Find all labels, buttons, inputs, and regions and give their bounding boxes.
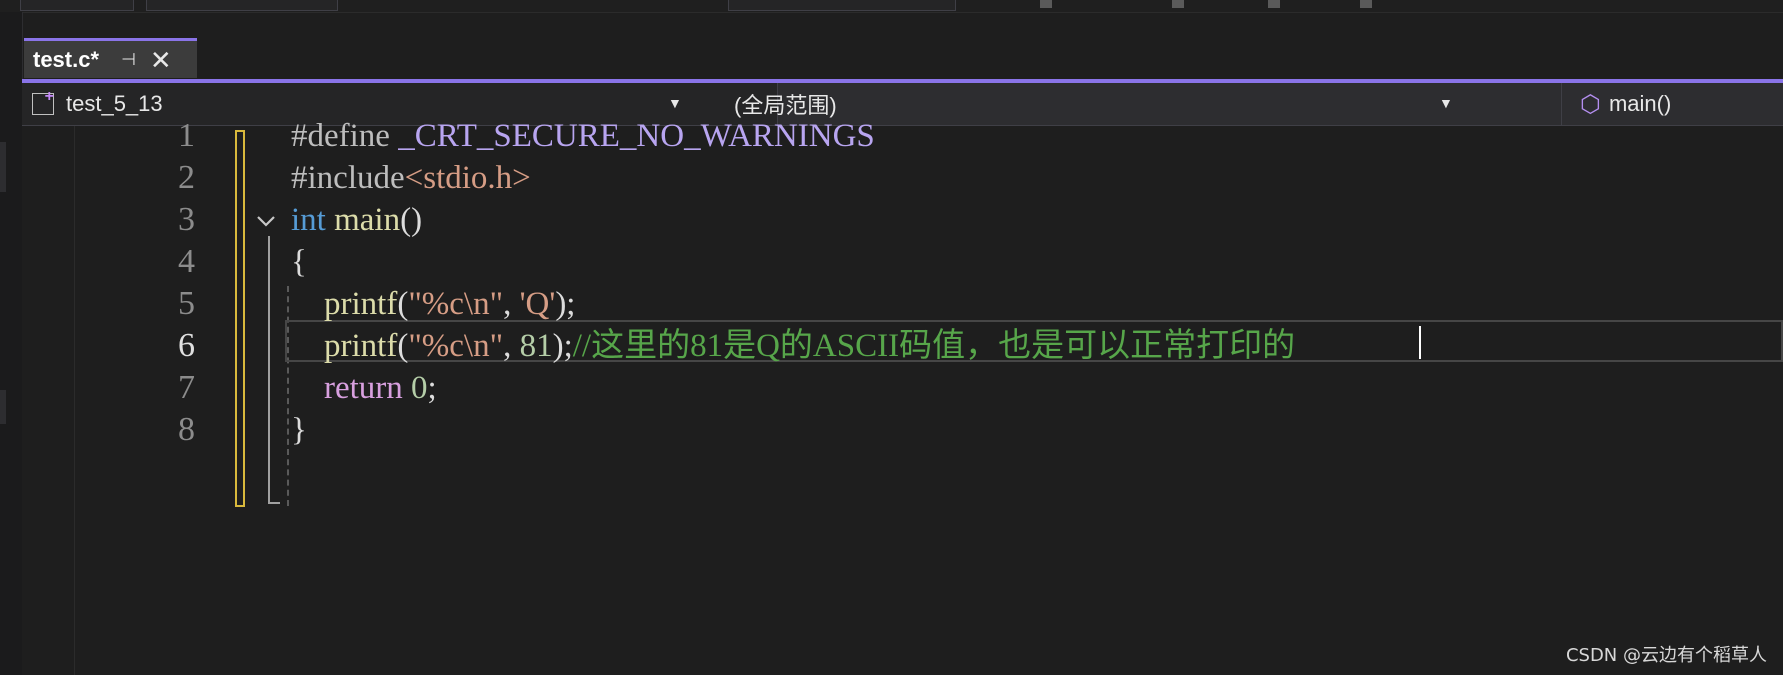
macro-name: _CRT_SECURE_NO_WARNINGS [398, 118, 875, 154]
punctuation: () [400, 202, 423, 238]
indent-guide [287, 286, 289, 506]
line-number: 3 [178, 201, 195, 238]
function-identifier: main [334, 202, 401, 238]
code-line: #include<stdio.h> [291, 154, 531, 202]
tab-test-c[interactable]: test.c* ⊣ ✕ [24, 38, 197, 78]
string-literal: "%c\n" [408, 286, 504, 322]
string-literal: "%c\n" [408, 328, 504, 364]
punctuation: ( [397, 328, 409, 364]
watermark: CSDN @云边有个稻草人 [1565, 645, 1767, 666]
keyword: int [291, 202, 326, 238]
chevron-down-icon[interactable]: ▼ [668, 95, 682, 111]
punctuation: ( [397, 286, 409, 322]
line-number-active: 6 [178, 327, 195, 364]
toolbar-strip [0, 0, 1783, 13]
toolbar-config-dropdown[interactable] [20, 0, 134, 11]
line-number: 8 [178, 411, 195, 448]
left-tool-rail [0, 12, 23, 675]
toolbar-icon[interactable] [1172, 0, 1184, 8]
fold-chevron-icon[interactable] [256, 212, 276, 232]
pin-icon[interactable]: ⊣ [121, 50, 136, 70]
punctuation: , [503, 286, 520, 322]
code-line: printf("%c\n", 'Q'); [291, 280, 575, 328]
unsaved-change-indicator [235, 130, 245, 507]
punctuation: , [503, 328, 520, 364]
cube-icon: ⬡ [1580, 90, 1601, 118]
function-name: main() [1608, 91, 1672, 116]
document-tab-bar: test.c* ⊣ ✕ [22, 38, 1783, 82]
line-number: 4 [178, 243, 195, 280]
number-literal: 0 [411, 370, 428, 406]
line-number: 2 [178, 159, 195, 196]
number-literal: 81 [519, 328, 553, 364]
function-identifier: printf [324, 328, 398, 364]
code-line: { [291, 238, 307, 286]
preprocessor-directive: #include [291, 160, 405, 196]
punctuation: ; [427, 370, 437, 406]
toolbar-icon[interactable] [1360, 0, 1372, 8]
code-line: return 0; [291, 364, 437, 412]
tab-title: test.c* [33, 46, 100, 72]
include-header: <stdio.h> [404, 160, 531, 196]
function-identifier: printf [324, 286, 398, 322]
code-editor[interactable]: 1 2 3 4 5 6 7 8 #define _CRT_SECURE_NO_W… [22, 117, 1783, 675]
punctuation: { [291, 244, 307, 280]
line-number: 1 [178, 117, 195, 154]
toolbar-icon[interactable] [1040, 0, 1052, 8]
chevron-down-icon[interactable]: ▼ [1439, 95, 1453, 111]
line-number-gutter: 1 2 3 4 5 6 7 8 [75, 117, 195, 675]
glyph-margin [22, 126, 75, 675]
char-literal: 'Q' [519, 286, 556, 322]
project-icon [32, 88, 54, 115]
toolbar-platform-dropdown[interactable] [146, 0, 338, 11]
block-scope-end [268, 502, 280, 504]
rail-tab[interactable] [0, 390, 6, 424]
code-line: } [291, 406, 307, 454]
preprocessor-directive: #define [291, 118, 399, 154]
close-icon[interactable]: ✕ [150, 47, 172, 73]
code-comment: //这里的81是Q的ASCII码值，也是可以正常打印的 [572, 328, 1296, 364]
toolbar-icon[interactable] [1268, 0, 1280, 8]
toolbar-target-dropdown[interactable] [728, 0, 956, 11]
rail-tab[interactable] [0, 142, 6, 192]
code-line: printf("%c\n", 81);//这里的81是Q的ASCII码值，也是可… [291, 322, 1295, 370]
punctuation: ); [555, 286, 576, 322]
line-number: 5 [178, 285, 195, 322]
block-scope-line [268, 236, 270, 504]
line-number: 7 [178, 369, 195, 406]
code-line: int main() [291, 196, 422, 244]
punctuation: } [291, 412, 307, 448]
code-line: #define _CRT_SECURE_NO_WARNINGS [291, 112, 875, 160]
text-caret [1419, 326, 1421, 359]
keyword: return [324, 370, 403, 406]
punctuation: ); [552, 328, 573, 364]
navigation-bar: test_5_13 ▼ (全局范围) ▼ ⬡ main() [22, 83, 1783, 126]
function-dropdown[interactable]: ⬡ main() [1571, 83, 1783, 125]
scope-dropdown[interactable]: (全局范围) ▼ [734, 83, 1562, 125]
